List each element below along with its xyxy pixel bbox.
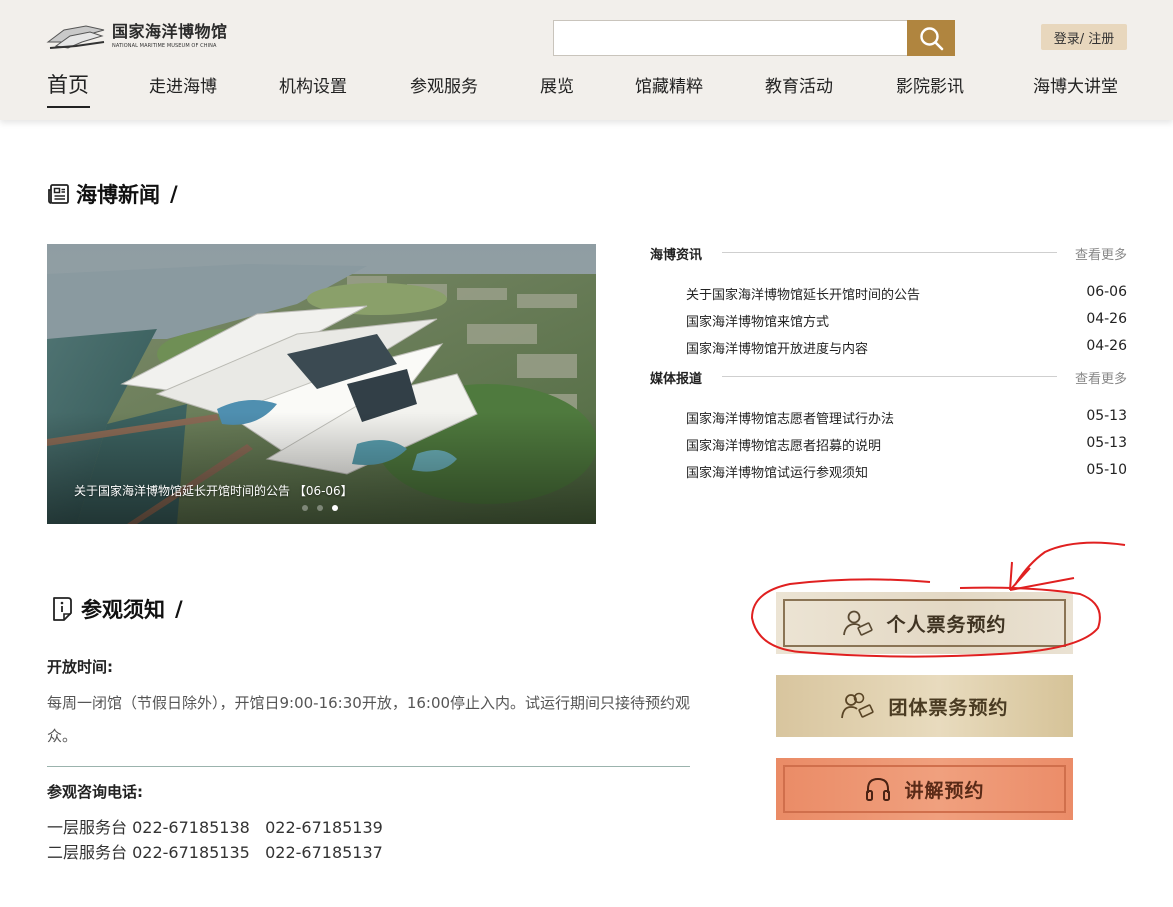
news-item-title: 国家海洋博物馆志愿者招募的说明	[686, 439, 882, 454]
news-carousel[interactable]: 关于国家海洋博物馆延长开馆时间的公告 【06-06】	[47, 244, 596, 524]
phone-line-1: 一层服务台 022-67185138 022-67185139	[47, 818, 383, 837]
news-block-media: 媒体报道 查看更多 国家海洋博物馆志愿者管理试行办法 05-13 国家海洋博物馆…	[650, 368, 1127, 483]
news-title-slash: /	[170, 182, 178, 206]
notice-icon	[53, 597, 72, 621]
nav-organization[interactable]: 机构设置	[279, 72, 347, 97]
news-item-date: 05-13	[1086, 435, 1127, 451]
nav-education[interactable]: 教育活动	[765, 72, 833, 97]
news-section-title: 海博新闻 /	[47, 179, 178, 209]
news-item-date: 05-10	[1086, 462, 1127, 478]
phone-label: 参观咨询电话:	[47, 783, 143, 801]
guide-booking-button[interactable]: 讲解预约	[776, 758, 1073, 820]
visit-title-text: 参观须知	[81, 598, 165, 622]
site-logo[interactable]: 国家海洋博物馆 NATIONAL MARITIME MUSEUM OF CHIN…	[46, 16, 236, 56]
news-item-date: 04-26	[1086, 338, 1127, 354]
news-more-link[interactable]: 查看更多	[1075, 368, 1127, 387]
visit-title-slash: /	[175, 597, 183, 621]
nav-about[interactable]: 走进海博	[149, 72, 217, 97]
news-block-header: 媒体报道 查看更多	[650, 368, 1127, 387]
nav-exhibitions[interactable]: 展览	[540, 72, 574, 97]
individual-ticket-button[interactable]: 个人票务预约	[776, 592, 1073, 654]
news-divider	[722, 376, 1057, 377]
news-item[interactable]: 国家海洋博物馆志愿者招募的说明 05-13	[650, 429, 1127, 456]
search-input[interactable]	[553, 20, 909, 56]
nav-visit-services[interactable]: 参观服务	[410, 72, 478, 97]
news-item-date: 05-13	[1086, 408, 1127, 424]
carousel-dot-2[interactable]	[317, 505, 323, 511]
info-divider	[47, 766, 690, 767]
button-content: 讲解预约	[776, 758, 1073, 820]
visit-section-title: 参观须知 /	[51, 594, 183, 624]
opening-hours-label: 开放时间:	[47, 658, 113, 676]
site-header: 国家海洋博物馆 NATIONAL MARITIME MUSEUM OF CHIN…	[0, 0, 1173, 120]
news-item-date: 04-26	[1086, 311, 1127, 327]
nav-collections[interactable]: 馆藏精粹	[635, 72, 703, 97]
news-item[interactable]: 国家海洋博物馆试运行参观须知 05-10	[650, 456, 1127, 483]
group-ticket-icon	[841, 692, 875, 719]
nav-home[interactable]: 首页	[47, 69, 89, 99]
news-item-title: 国家海洋博物馆志愿者管理试行办法	[686, 412, 895, 427]
nav-lecture[interactable]: 海博大讲堂	[1033, 72, 1118, 97]
phone-line-2: 二层服务台 022-67185135 022-67185137	[47, 843, 383, 862]
news-icon	[48, 184, 69, 204]
news-item[interactable]: 国家海洋博物馆来馆方式 04-26	[650, 305, 1127, 332]
group-ticket-label: 团体票务预约	[888, 696, 1009, 719]
news-item[interactable]: 国家海洋博物馆开放进度与内容 04-26	[650, 332, 1127, 359]
news-item-title: 国家海洋博物馆试运行参观须知	[686, 466, 869, 481]
individual-ticket-label: 个人票务预约	[886, 613, 1007, 636]
news-item-title: 关于国家海洋博物馆延长开馆时间的公告	[686, 288, 921, 303]
search-bar	[553, 20, 955, 56]
news-item[interactable]: 关于国家海洋博物馆延长开馆时间的公告 06-06	[650, 278, 1127, 305]
carousel-caption[interactable]: 关于国家海洋博物馆延长开馆时间的公告 【06-06】	[74, 482, 353, 499]
news-item[interactable]: 国家海洋博物馆志愿者管理试行办法 05-13	[650, 402, 1127, 429]
logo-cn-text: 国家海洋博物馆	[112, 22, 228, 41]
user-ticket-icon	[843, 610, 874, 636]
news-category: 海博资讯	[650, 248, 703, 263]
news-block-info: 海博资讯 查看更多 关于国家海洋博物馆延长开馆时间的公告 06-06 国家海洋博…	[650, 244, 1127, 359]
logo-en-text: NATIONAL MARITIME MUSEUM OF CHINA	[112, 43, 217, 49]
nav-cinema[interactable]: 影院影讯	[896, 72, 964, 97]
news-title-text: 海博新闻	[76, 183, 160, 207]
carousel-dots	[302, 505, 338, 511]
news-more-link[interactable]: 查看更多	[1075, 244, 1127, 263]
button-content: 个人票务预约	[776, 592, 1073, 654]
nav-active-underline	[47, 106, 90, 108]
news-item-title: 国家海洋博物馆开放进度与内容	[686, 342, 869, 357]
news-divider	[722, 252, 1057, 253]
news-item-date: 06-06	[1086, 284, 1127, 300]
guide-booking-label: 讲解预约	[904, 779, 985, 802]
search-button[interactable]	[907, 20, 955, 56]
carousel-dot-1[interactable]	[302, 505, 308, 511]
main-nav: 首页 走进海博 机构设置 参观服务 展览 馆藏精粹 教育活动 影院影讯 海博大讲…	[0, 68, 1173, 108]
news-item-title: 国家海洋博物馆来馆方式	[686, 315, 830, 330]
headphones-icon	[866, 777, 891, 801]
carousel-dot-3[interactable]	[332, 505, 338, 511]
page: 国家海洋博物馆 NATIONAL MARITIME MUSEUM OF CHIN…	[0, 0, 1173, 907]
news-block-header: 海博资讯 查看更多	[650, 244, 1127, 263]
button-content: 团体票务预约	[776, 675, 1073, 737]
logo-mark-icon	[46, 25, 105, 49]
group-ticket-button[interactable]: 团体票务预约	[776, 675, 1073, 737]
login-register-button[interactable]: 登录/ 注册	[1041, 24, 1127, 50]
search-icon	[920, 27, 944, 51]
opening-hours-text: 每周一闭馆（节假日除外），开馆日9:00-16:30开放，16:00停止入内。试…	[47, 694, 691, 745]
news-category: 媒体报道	[650, 372, 703, 387]
